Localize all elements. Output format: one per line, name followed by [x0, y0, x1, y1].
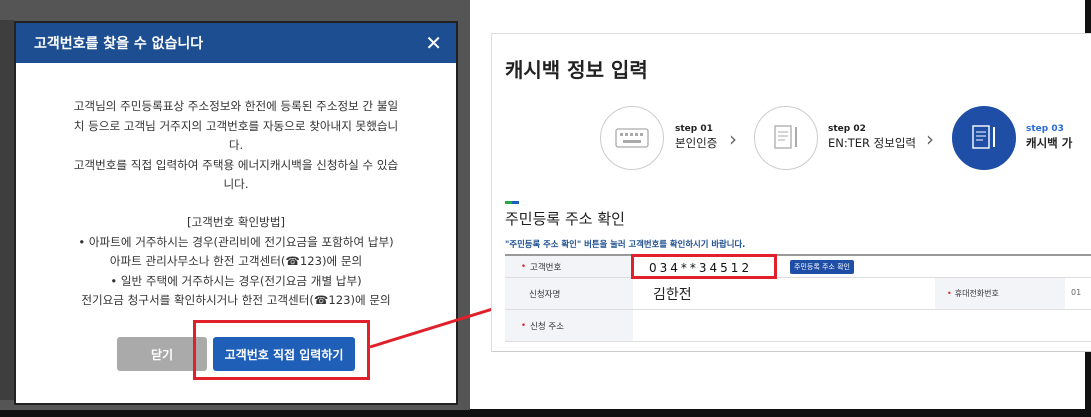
- form-row: • 고객번호 034**34512 주민등록 주소 확인: [505, 256, 1091, 278]
- notice-text: "주민등록 주소 확인" 버튼을 눌러 고객번호를 확인하시기 바랍니다.: [505, 239, 746, 249]
- howto-title: [고객번호 확인방법]: [186, 214, 286, 229]
- step-name: 본인인증: [675, 136, 718, 150]
- chevron-right-icon: ›: [926, 127, 934, 151]
- field-label: • 신청 주소: [505, 310, 633, 341]
- page-title: 캐시백 정보 입력: [505, 58, 648, 82]
- step-name: 캐시백 가: [1026, 136, 1073, 150]
- highlight-box: [631, 254, 777, 279]
- message-line: 치 등으로 고객님 거주지의 고객번호를 자동으로 찾아내지 못했습니: [73, 118, 399, 133]
- step-3-label: step 03 캐시백 가: [1026, 122, 1072, 150]
- step-2-circle: [754, 106, 818, 170]
- close-icon[interactable]: ✕: [425, 33, 442, 53]
- message-line: 고객번호를 직접 입력하여 주택용 에너지캐시백을 신청하실 수 있습: [73, 157, 399, 172]
- cashback-info-page: 캐시백 정보 입력 step 01 본인인증 › step 02 EN:TER …: [491, 33, 1091, 352]
- chevron-right-icon: ›: [729, 127, 737, 151]
- form-row: 신청자명 김한전 • 휴대전화번호 01: [505, 278, 1091, 310]
- phone-field[interactable]: 01: [1071, 288, 1081, 297]
- address-check-button[interactable]: 주민등록 주소 확인: [790, 260, 854, 274]
- background-page: [0, 20, 14, 400]
- dialog-header: 고객번호를 찾을 수 없습니다 ✕: [16, 23, 456, 63]
- document-pen-icon: [774, 125, 797, 149]
- highlight-box: [193, 320, 370, 380]
- field-label: 신청자명: [505, 278, 633, 309]
- applicant-name-field[interactable]: 김한전: [653, 284, 692, 304]
- document-pen-icon: [972, 125, 995, 149]
- section-title: 주민등록 주소 확인: [505, 210, 625, 228]
- section-marker: [505, 201, 519, 204]
- screenshot-frame: 고객번호를 찾을 수 없습니다 ✕ 고객님의 주민등록표상 주소정보와 한전에 …: [0, 0, 1091, 417]
- step-number: step 02: [828, 124, 866, 134]
- step-name: EN:TER 정보입력: [828, 136, 916, 150]
- step-number: step 03: [1026, 124, 1064, 134]
- step-1-circle: [600, 106, 664, 170]
- field-label: • 고객번호: [505, 256, 633, 277]
- step-number: step 01: [675, 124, 713, 134]
- message-line: 고객님의 주민등록표상 주소정보와 한전에 등록된 주소정보 간 불일: [73, 99, 399, 113]
- field-label: • 휴대전화번호: [935, 278, 1065, 309]
- form-row: • 신청 주소: [505, 310, 1091, 342]
- dialog-title: 고객번호를 찾을 수 없습니다: [34, 36, 204, 52]
- step-2-label: step 02 EN:TER 정보입력: [828, 122, 916, 150]
- step-1-label: step 01 본인인증: [675, 122, 717, 150]
- message-line: 니다.: [223, 177, 249, 192]
- applicant-form: • 고객번호 034**34512 주민등록 주소 확인 신청자명 김한전 • 휴대…: [505, 254, 1091, 342]
- howto-line: • 아파트에 거주하시는 경우(관리비에 전기요금을 포함하여 납부): [78, 234, 394, 249]
- message-line: 다.: [228, 138, 244, 153]
- step-3-circle: [952, 106, 1016, 170]
- keyboard-icon: [615, 128, 649, 148]
